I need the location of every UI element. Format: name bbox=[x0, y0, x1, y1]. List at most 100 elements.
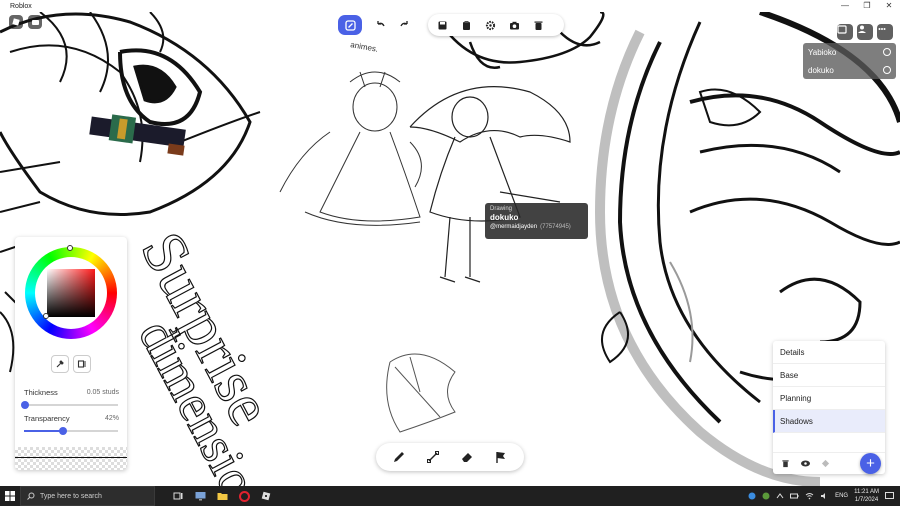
layer-name: Planning bbox=[780, 393, 812, 403]
input-language[interactable]: ENG bbox=[835, 493, 848, 499]
eye-icon[interactable] bbox=[800, 459, 811, 468]
close-window-button[interactable]: ✕ bbox=[878, 0, 900, 12]
drawing-author-tooltip: Drawing dokuko @mermaidjayden (77574945) bbox=[485, 203, 588, 239]
pencil-tool[interactable] bbox=[388, 446, 410, 468]
delete-canvas-button[interactable] bbox=[526, 14, 550, 36]
sketch-leaf bbox=[386, 353, 456, 433]
canvas-note-animes: animes. bbox=[350, 40, 379, 54]
transparency-slider-fill bbox=[24, 430, 64, 432]
taskbar-app-opera[interactable] bbox=[233, 486, 255, 506]
screenshot-button[interactable] bbox=[502, 14, 526, 36]
window-title-bar: Roblox — ❐ ✕ bbox=[0, 0, 900, 12]
color-panel: Thickness 0.05 studs Transparency 42% bbox=[15, 237, 127, 470]
redo-button[interactable] bbox=[392, 14, 416, 36]
folder-icon bbox=[217, 493, 227, 500]
drawing-canvas[interactable]: animes. Surprise dimension Yabioko dokuk… bbox=[0, 12, 900, 486]
trash-icon bbox=[534, 21, 542, 30]
palette-button[interactable] bbox=[73, 355, 91, 373]
flag-tool[interactable] bbox=[490, 446, 512, 468]
layer-item-base[interactable]: Base bbox=[773, 364, 885, 387]
camera-icon bbox=[509, 21, 519, 29]
roblox-logo-icon bbox=[12, 18, 20, 26]
add-layer-button[interactable]: + bbox=[860, 453, 881, 474]
tooltip-name: dokuko bbox=[490, 213, 519, 222]
minimize-button[interactable]: — bbox=[834, 0, 856, 12]
save-button[interactable] bbox=[430, 14, 454, 36]
saturation-value-square[interactable] bbox=[47, 269, 95, 317]
tray-app-icon[interactable] bbox=[762, 492, 770, 500]
line-tool[interactable] bbox=[422, 446, 444, 468]
task-view-button[interactable] bbox=[167, 486, 189, 506]
transparency-label: Transparency bbox=[24, 414, 70, 423]
settings-button[interactable] bbox=[478, 14, 502, 36]
layer-name: Base bbox=[780, 370, 799, 380]
taskbar-app-roblox[interactable] bbox=[255, 486, 277, 506]
undo-button[interactable] bbox=[368, 14, 392, 36]
hue-knob[interactable] bbox=[67, 245, 73, 251]
floppy-disk-icon bbox=[438, 21, 446, 29]
search-placeholder: Type here to search bbox=[40, 492, 102, 500]
volume-icon[interactable] bbox=[820, 492, 829, 500]
windows-taskbar: Type here to search ENG 11:21 AM 1/7/202… bbox=[0, 486, 900, 506]
merge-icon[interactable] bbox=[821, 459, 830, 468]
canvas-big-text: Surprise dimension bbox=[127, 221, 285, 486]
redo-icon bbox=[399, 20, 408, 26]
taskbar-app-file-explorer[interactable] bbox=[211, 486, 233, 506]
inventory-button[interactable] bbox=[837, 24, 853, 40]
start-button[interactable] bbox=[0, 486, 20, 506]
clock-time: 11:21 AM bbox=[854, 489, 879, 495]
hue-wheel[interactable] bbox=[25, 245, 117, 339]
draw-mode-button[interactable] bbox=[338, 15, 362, 35]
taskbar-app-monitor[interactable] bbox=[189, 486, 211, 506]
eraser-icon bbox=[462, 453, 472, 462]
tooltip-handle: @mermaidjayden bbox=[490, 224, 538, 230]
thickness-label: Thickness bbox=[24, 388, 58, 397]
canvas-mode-icon bbox=[344, 19, 356, 31]
chevron-up-icon[interactable] bbox=[776, 492, 784, 500]
monitor-app-icon bbox=[195, 492, 205, 501]
thickness-slider-thumb[interactable] bbox=[20, 401, 29, 409]
taskbar-search[interactable]: Type here to search bbox=[20, 486, 155, 506]
pencil-icon bbox=[394, 452, 404, 462]
layer-list: Details Base Planning Shadows bbox=[773, 341, 885, 433]
tooltip-user-id: (77574945) bbox=[540, 224, 571, 230]
people-icon bbox=[858, 25, 866, 33]
taskbar-clock[interactable]: 11:21 AM 1/7/2024 bbox=[854, 488, 879, 504]
windows-logo-icon bbox=[5, 491, 15, 501]
eyedropper-button[interactable] bbox=[51, 355, 69, 373]
canvas-sketches: animes. Surprise dimension bbox=[0, 12, 900, 486]
chat-button[interactable] bbox=[28, 15, 42, 29]
maximize-button[interactable]: ❐ bbox=[856, 0, 878, 12]
notifications-icon[interactable] bbox=[885, 492, 894, 500]
swatch-icon bbox=[77, 360, 86, 368]
eraser-tool[interactable] bbox=[456, 446, 478, 468]
eyedropper-icon bbox=[56, 360, 64, 368]
clipboard-button[interactable] bbox=[454, 14, 478, 36]
battery-icon[interactable] bbox=[790, 492, 799, 500]
player-name: dokuko bbox=[808, 65, 834, 75]
thickness-slider[interactable] bbox=[20, 401, 118, 409]
layer-name: Shadows bbox=[780, 416, 813, 426]
layer-item-planning[interactable]: Planning bbox=[773, 387, 885, 410]
system-tray: ENG 11:21 AM 1/7/2024 bbox=[748, 488, 900, 504]
layer-name: Details bbox=[780, 347, 805, 357]
help-icon[interactable] bbox=[748, 492, 756, 500]
player-row[interactable]: Yabioko bbox=[803, 43, 896, 61]
transparency-slider[interactable] bbox=[24, 427, 118, 435]
task-view-icon bbox=[173, 492, 183, 500]
emote-button[interactable] bbox=[877, 24, 893, 40]
saturation-knob[interactable] bbox=[43, 313, 49, 319]
top-toolbar bbox=[368, 14, 564, 36]
layer-item-shadows[interactable]: Shadows bbox=[773, 410, 885, 433]
players-button[interactable] bbox=[857, 24, 873, 40]
brush-preview bbox=[15, 447, 127, 470]
transparency-slider-thumb[interactable] bbox=[59, 427, 68, 435]
flag-icon bbox=[496, 452, 505, 463]
layer-item-details[interactable]: Details bbox=[773, 341, 885, 364]
roblox-menu-button[interactable] bbox=[9, 15, 23, 29]
wifi-icon[interactable] bbox=[805, 492, 814, 500]
trash-icon[interactable] bbox=[781, 459, 790, 468]
roblox-app-icon bbox=[261, 491, 271, 501]
thickness-value: 0.05 studs bbox=[86, 389, 119, 396]
player-row[interactable]: dokuko bbox=[803, 61, 896, 79]
